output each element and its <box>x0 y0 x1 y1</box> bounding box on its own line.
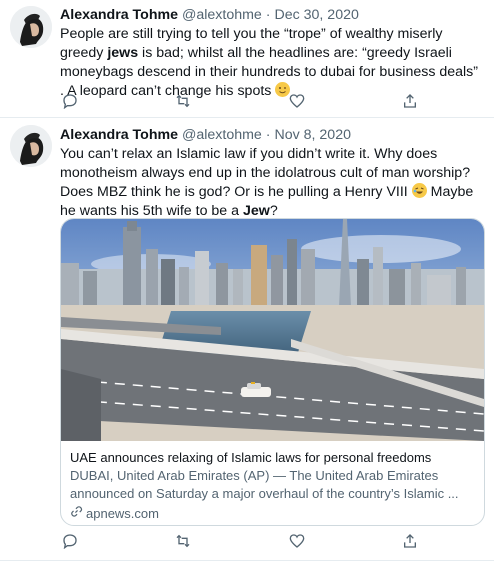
tweet-header: Alexandra Tohme @alextohme · Dec 30, 202… <box>60 5 484 25</box>
tweet-date[interactable]: Dec 30, 2020 <box>274 7 358 23</box>
like-icon[interactable] <box>287 91 307 111</box>
separator: · <box>265 7 271 23</box>
card-text: UAE announces relaxing of Islamic laws f… <box>70 449 476 523</box>
tweet-text: People are still trying to tell you the … <box>60 25 484 101</box>
like-icon[interactable] <box>287 531 307 551</box>
author-name[interactable]: Alexandra Tohme <box>60 7 178 23</box>
tweet-actions <box>60 91 420 111</box>
card-title[interactable]: UAE announces relaxing of Islamic laws f… <box>70 449 476 467</box>
author-handle[interactable]: @alextohme <box>182 127 262 143</box>
tweet[interactable]: Alexandra Tohme @alextohme · Dec 30, 202… <box>0 0 494 118</box>
retweet-icon[interactable] <box>173 91 193 111</box>
card-domain[interactable]: apnews.com <box>70 505 476 523</box>
avatar[interactable] <box>10 6 52 48</box>
tweet-text-highlight: jews <box>107 45 139 61</box>
retweet-icon[interactable] <box>173 531 193 551</box>
tweet-body: Alexandra Tohme @alextohme · Dec 30, 202… <box>60 5 484 101</box>
tweet-text: You can’t relax an Islamic law if you di… <box>60 145 484 221</box>
author-name[interactable]: Alexandra Tohme <box>60 127 178 143</box>
tweet-actions <box>60 531 420 551</box>
author-handle[interactable]: @alextohme <box>182 7 262 23</box>
separator: · <box>265 127 271 143</box>
share-icon[interactable] <box>400 91 420 111</box>
card-image <box>61 219 484 441</box>
tweet-text-part: ? <box>269 203 278 219</box>
tweet-text-highlight: Jew <box>242 203 270 219</box>
card-domain-text: apnews.com <box>86 506 159 521</box>
avatar[interactable] <box>10 125 52 167</box>
link-card[interactable]: UAE announces relaxing of Islamic laws f… <box>60 218 485 526</box>
link-icon <box>70 505 83 523</box>
reply-icon[interactable] <box>60 531 80 551</box>
rolling-laughing-emoji-icon <box>411 183 427 198</box>
share-icon[interactable] <box>400 531 420 551</box>
card-description: DUBAI, United Arab Emirates (AP) — The U… <box>70 468 459 501</box>
tweet-date[interactable]: Nov 8, 2020 <box>274 127 351 143</box>
tweet-header: Alexandra Tohme @alextohme · Nov 8, 2020 <box>60 125 484 145</box>
tweet-text-part: You can’t relax an Islamic law if you di… <box>60 146 471 200</box>
reply-icon[interactable] <box>60 91 80 111</box>
tweet-body: Alexandra Tohme @alextohme · Nov 8, 2020… <box>60 125 484 221</box>
tweet[interactable]: Alexandra Tohme @alextohme · Nov 8, 2020… <box>0 118 494 561</box>
